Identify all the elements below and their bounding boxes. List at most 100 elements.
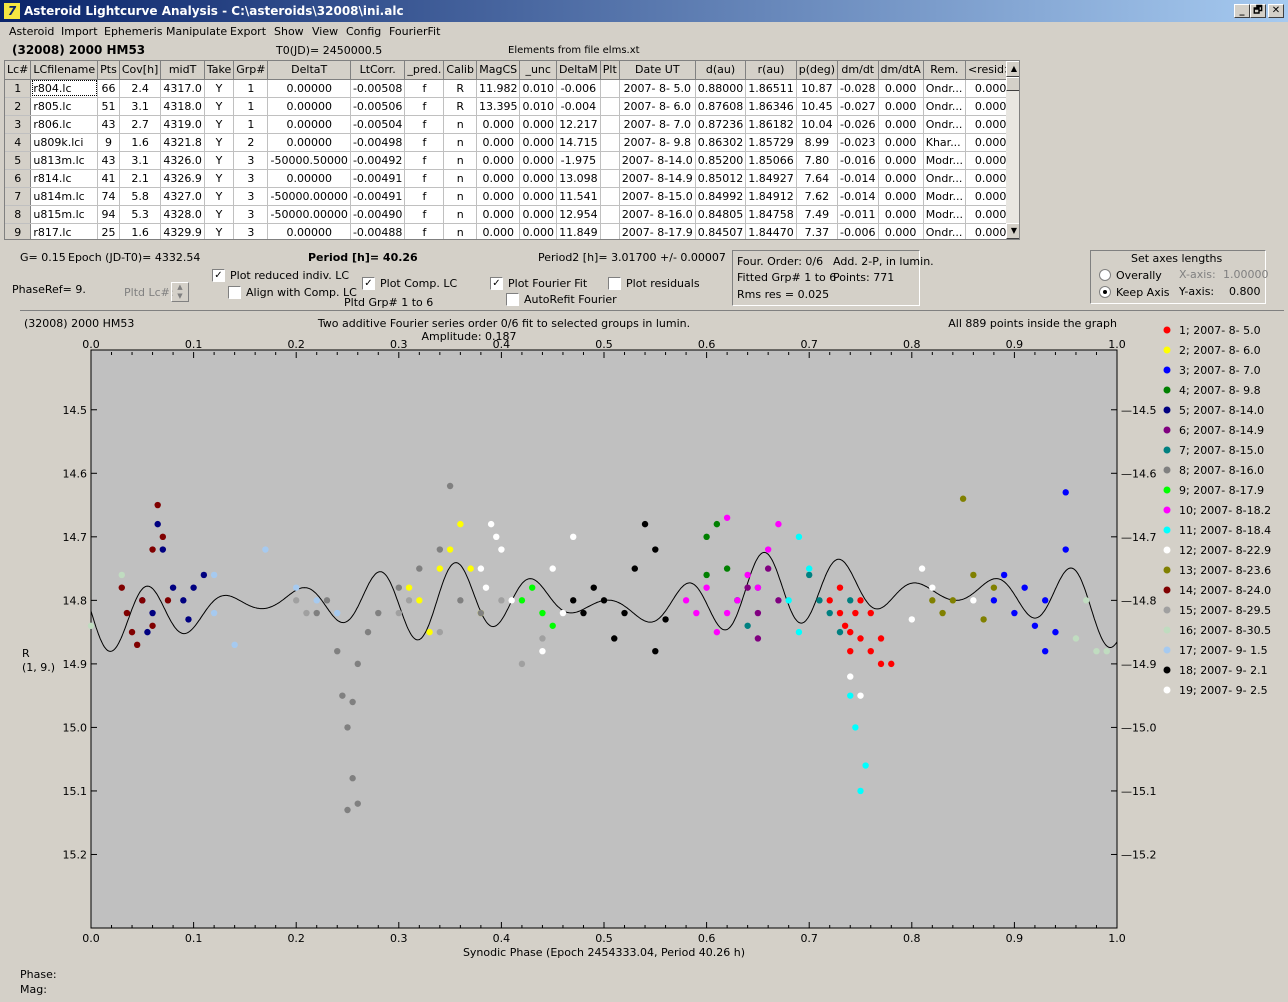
- table-cell[interactable]: -0.00506: [350, 97, 406, 116]
- table-cell[interactable]: 1.84470: [745, 223, 797, 239]
- table-cell[interactable]: 13.395: [476, 97, 521, 116]
- column-header[interactable]: LCfilename: [30, 61, 99, 80]
- menu-view[interactable]: View: [312, 25, 338, 38]
- table-cell[interactable]: 0.00000: [267, 223, 351, 239]
- table-row[interactable]: 1 r804.lc 66 2.4 4317.0 Y 1 0.00000 -0.00508 f R 11…: [5, 79, 1019, 98]
- table-cell[interactable]: 94: [97, 205, 120, 224]
- table-cell[interactable]: 5.8: [119, 187, 162, 206]
- table-row[interactable]: 9 r817.lc 25 1.6 4329.9 Y 3 0.00000 -0.00488 f n 0.…: [5, 223, 1019, 239]
- table-cell[interactable]: -0.004: [556, 97, 601, 116]
- table-row[interactable]: 7 u814m.lc 74 5.8 4327.0 Y 3 -50000.00000 -0.004…: [5, 187, 1019, 206]
- table-cell[interactable]: -0.006: [837, 223, 879, 239]
- column-header[interactable]: Date UT: [619, 61, 696, 80]
- table-cell[interactable]: 7.62: [796, 187, 839, 206]
- table-cell[interactable]: n: [443, 223, 477, 239]
- table-cell[interactable]: f: [404, 223, 445, 239]
- table-cell[interactable]: 2007- 8-16.0: [619, 205, 696, 224]
- column-header[interactable]: dm/dtA: [878, 61, 924, 80]
- table-cell[interactable]: 1.85729: [745, 133, 797, 152]
- table-cell[interactable]: 8.99: [796, 133, 839, 152]
- table-cell[interactable]: Y: [204, 79, 235, 98]
- table-cell[interactable]: 0.88000: [695, 79, 747, 98]
- table-cell[interactable]: 0.000: [476, 151, 521, 170]
- autorefit-checkbox[interactable]: [506, 293, 519, 306]
- table-cell[interactable]: 3: [233, 187, 269, 206]
- table-cell[interactable]: Ondr...: [923, 115, 966, 134]
- lightcurve-table[interactable]: Lc# LCfilename Pts Cov[h] midT Take Grp# DeltaT…: [4, 60, 1020, 240]
- table-cell[interactable]: 2007- 8-15.0: [619, 187, 696, 206]
- table-cell[interactable]: 0.000: [476, 169, 521, 188]
- table-cell[interactable]: -0.00491: [350, 187, 406, 206]
- table-cell[interactable]: [600, 205, 620, 224]
- table-cell[interactable]: Ondr...: [923, 169, 966, 188]
- table-cell[interactable]: 0.010: [519, 97, 557, 116]
- table-cell[interactable]: 0.000: [878, 133, 924, 152]
- table-cell[interactable]: 2007- 8- 9.8: [619, 133, 696, 152]
- table-cell[interactable]: -0.00508: [350, 79, 406, 98]
- table-cell[interactable]: n: [443, 133, 477, 152]
- table-cell[interactable]: -0.014: [837, 169, 879, 188]
- column-header[interactable]: Lc#: [5, 61, 32, 80]
- table-cell[interactable]: -1.975: [556, 151, 601, 170]
- table-cell[interactable]: 4319.0: [160, 115, 205, 134]
- table-cell[interactable]: Y: [204, 115, 235, 134]
- table-cell[interactable]: 7.64: [796, 169, 839, 188]
- table-cell[interactable]: 0.010: [519, 79, 557, 98]
- table-cell[interactable]: 3: [233, 169, 269, 188]
- pltd-lc-spinner[interactable]: ▲ ▼: [171, 282, 189, 302]
- table-cell[interactable]: 1.6: [119, 133, 162, 152]
- table-cell[interactable]: 0.00000: [267, 97, 351, 116]
- column-header[interactable]: Grp#: [233, 61, 269, 80]
- table-cell[interactable]: [600, 115, 620, 134]
- table-cell[interactable]: f: [404, 169, 445, 188]
- table-cell[interactable]: 51: [97, 97, 120, 116]
- table-cell[interactable]: -0.016: [837, 151, 879, 170]
- plot-reduced-checkbox[interactable]: ✓: [212, 269, 225, 282]
- table-cell[interactable]: 2007- 8-14.0: [619, 151, 696, 170]
- table-cell[interactable]: 0.00000: [267, 115, 351, 134]
- table-cell[interactable]: -0.00488: [350, 223, 406, 239]
- table-cell[interactable]: 0.000: [878, 169, 924, 188]
- table-cell[interactable]: 0.000: [519, 115, 557, 134]
- table-cell[interactable]: 0.85012: [695, 169, 747, 188]
- column-header[interactable]: Cov[h]: [119, 61, 162, 80]
- table-cell[interactable]: R: [443, 97, 477, 116]
- close-button[interactable]: ✕: [1268, 4, 1284, 18]
- table-cell[interactable]: -0.00498: [350, 133, 406, 152]
- table-cell[interactable]: 0.000: [476, 115, 521, 134]
- table-cell[interactable]: 0.00000: [267, 169, 351, 188]
- menu-asteroid[interactable]: Asteroid: [9, 25, 54, 38]
- table-cell[interactable]: 2.7: [119, 115, 162, 134]
- table-cell[interactable]: -0.00491: [350, 169, 406, 188]
- table-cell[interactable]: Y: [204, 169, 235, 188]
- column-header[interactable]: p(deg): [796, 61, 839, 80]
- xaxis-value[interactable]: 1.00000: [1223, 268, 1269, 281]
- column-header[interactable]: Pts: [97, 61, 120, 80]
- table-cell[interactable]: Y: [204, 97, 235, 116]
- table-cell[interactable]: 1: [233, 97, 269, 116]
- table-cell[interactable]: 7.49: [796, 205, 839, 224]
- table-cell[interactable]: 10.04: [796, 115, 839, 134]
- table-cell[interactable]: 2: [233, 133, 269, 152]
- table-cell[interactable]: 4328.0: [160, 205, 205, 224]
- table-cell[interactable]: 1.86511: [745, 79, 797, 98]
- table-cell[interactable]: 0.000: [476, 133, 521, 152]
- table-cell[interactable]: 0.000: [878, 205, 924, 224]
- table-cell[interactable]: 1.84758: [745, 205, 797, 224]
- table-cell[interactable]: r805.lc: [30, 97, 99, 116]
- table-cell[interactable]: n: [443, 169, 477, 188]
- keep-axis-radio[interactable]: [1099, 286, 1111, 298]
- table-cell[interactable]: 0.84992: [695, 187, 747, 206]
- table-cell[interactable]: 0.000: [476, 223, 521, 239]
- table-cell[interactable]: 1: [233, 115, 269, 134]
- table-cell[interactable]: 5.3: [119, 205, 162, 224]
- table-cell[interactable]: n: [443, 205, 477, 224]
- table-cell[interactable]: 1.86346: [745, 97, 797, 116]
- column-header[interactable]: DeltaT: [267, 61, 351, 80]
- table-cell[interactable]: 25: [97, 223, 120, 239]
- scroll-up-icon[interactable]: ▲: [1006, 61, 1019, 77]
- table-cell[interactable]: 43: [97, 151, 120, 170]
- table-cell[interactable]: 0.000: [519, 205, 557, 224]
- plot-fourier-checkbox[interactable]: ✓: [490, 277, 503, 290]
- table-cell[interactable]: 2007- 8-14.9: [619, 169, 696, 188]
